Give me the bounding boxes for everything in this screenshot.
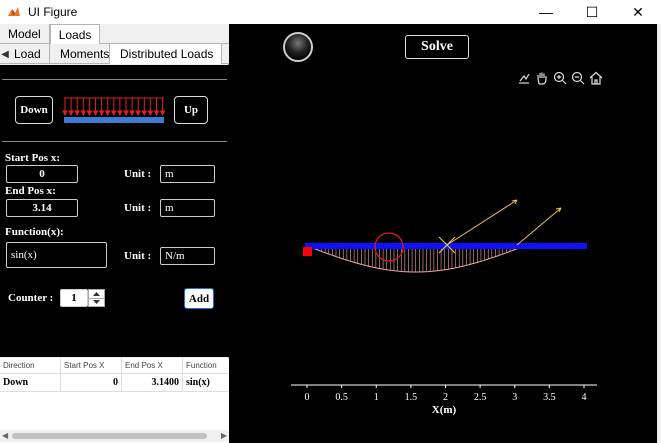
x-tick-label: 1.5 bbox=[405, 392, 418, 403]
table-row[interactable]: Down 0 3.1400 sin(x) bbox=[0, 374, 229, 392]
function-unit-field[interactable]: N/m bbox=[160, 247, 215, 265]
end-unit-field[interactable]: m bbox=[160, 199, 215, 217]
table-header: Direction Start Pos X End Pos X Function bbox=[0, 358, 229, 374]
window-titlebar: UI Figure — ☐ ✕ bbox=[0, 0, 661, 24]
column-header[interactable]: Direction bbox=[0, 358, 61, 373]
x-tick-label: 2 bbox=[443, 392, 448, 403]
x-tick-label: 3 bbox=[512, 392, 517, 403]
tab-loads[interactable]: Loads bbox=[49, 24, 101, 44]
x-tick-label: 3.5 bbox=[543, 392, 556, 403]
inner-tab-bar: ◀ Load Moments Distributed Loads bbox=[0, 44, 229, 64]
add-button[interactable]: Add bbox=[184, 288, 214, 309]
x-tick-label: 0.5 bbox=[335, 392, 348, 403]
counter-label: Counter : bbox=[8, 292, 54, 304]
divider bbox=[2, 79, 227, 80]
beam-plot[interactable]: 0 0.5 1 1.5 2 2.5 3 3.5 4 X(m) bbox=[229, 24, 661, 443]
tab-model[interactable]: Model bbox=[0, 24, 50, 44]
maximize-button[interactable]: ☐ bbox=[569, 0, 615, 24]
end-pos-label: End Pos x: bbox=[5, 185, 56, 197]
scroll-right-icon[interactable]: ▶ bbox=[221, 431, 227, 440]
x-axis-ticks: 0 0.5 1 1.5 2 2.5 3 3.5 4 bbox=[305, 385, 587, 403]
start-pos-input[interactable]: 0 bbox=[6, 165, 78, 183]
table-scrollbar[interactable]: ◀ ▶ bbox=[0, 430, 229, 442]
start-unit-field[interactable]: m bbox=[160, 165, 215, 183]
counter-input[interactable]: 1 bbox=[60, 289, 88, 307]
stepper-up-icon[interactable] bbox=[89, 290, 104, 299]
window-edge bbox=[657, 24, 661, 443]
fixed-support-marker bbox=[303, 247, 312, 256]
stepper-down-icon[interactable] bbox=[89, 299, 104, 307]
table-cell[interactable]: 3.1400 bbox=[122, 374, 183, 391]
x-tick-label: 0 bbox=[305, 392, 310, 403]
table-cell[interactable]: sin(x) bbox=[183, 374, 229, 391]
function-unit-label: Unit : bbox=[124, 250, 152, 262]
distributed-load-lines bbox=[310, 246, 525, 272]
scroll-left-icon[interactable]: ◀ bbox=[2, 431, 8, 440]
table-cell[interactable]: 0 bbox=[61, 374, 122, 391]
tab-distributed-loads[interactable]: Distributed Loads bbox=[110, 44, 222, 64]
up-button[interactable]: Up bbox=[174, 96, 208, 124]
end-pos-input[interactable]: 3.14 bbox=[6, 199, 78, 217]
distributed-load-form: Down Up Start Pos x: 0 Unit : m End Pos … bbox=[0, 65, 229, 357]
matlab-icon bbox=[6, 4, 22, 20]
x-tick-label: 4 bbox=[582, 392, 587, 403]
column-header[interactable]: Function bbox=[183, 358, 229, 373]
left-panel: Model Loads ◀ Load Moments Distributed L… bbox=[0, 24, 229, 443]
table-cell[interactable]: Down bbox=[0, 374, 61, 391]
plot-panel: Solve 0 0.5 1 1.5 2 2.5 3 3.5 4 X(m) bbox=[229, 24, 661, 443]
divider bbox=[2, 141, 227, 142]
tab-scroll-left-icon[interactable]: ◀ bbox=[0, 44, 10, 64]
outer-tab-bar: Model Loads bbox=[0, 24, 229, 44]
x-axis-label: X(m) bbox=[432, 404, 457, 416]
point-load-arrows bbox=[446, 199, 562, 246]
tab-load[interactable]: Load bbox=[10, 44, 50, 64]
end-unit-label: Unit : bbox=[124, 202, 152, 214]
x-tick-label: 2.5 bbox=[474, 392, 487, 403]
distributed-load-icon bbox=[62, 97, 166, 128]
x-tick-label: 1 bbox=[374, 392, 379, 403]
column-header[interactable]: End Pos X bbox=[122, 358, 183, 373]
tab-moments[interactable]: Moments bbox=[50, 44, 110, 64]
window-title: UI Figure bbox=[28, 5, 78, 19]
start-unit-label: Unit : bbox=[124, 168, 152, 180]
close-button[interactable]: ✕ bbox=[615, 0, 661, 24]
function-label: Function(x): bbox=[5, 226, 64, 238]
down-button[interactable]: Down bbox=[15, 96, 53, 124]
counter-stepper[interactable] bbox=[88, 289, 105, 307]
function-input[interactable]: sin(x) bbox=[6, 242, 107, 268]
start-pos-label: Start Pos x: bbox=[5, 152, 60, 164]
minimize-button[interactable]: — bbox=[523, 0, 569, 24]
column-header[interactable]: Start Pos X bbox=[61, 358, 122, 373]
scrollbar-thumb[interactable] bbox=[12, 433, 207, 439]
